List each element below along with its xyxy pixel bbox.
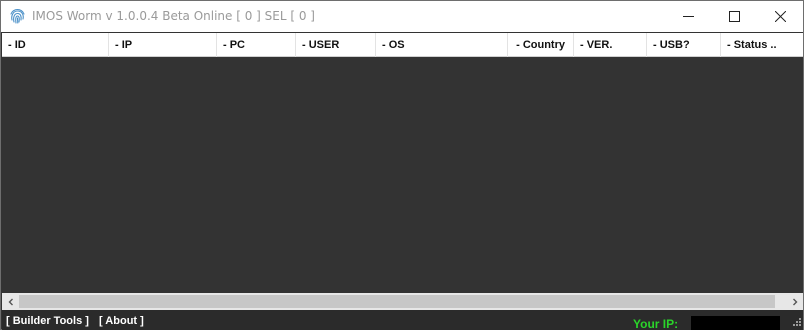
window-title: IMOS Worm v 1.0.0.4 Beta Online [ 0 ] SE… [32, 9, 315, 23]
status-bar: [ Builder Tools ] [ About ] Your IP: [2, 310, 803, 330]
chevron-right-icon [792, 298, 797, 305]
chevron-left-icon [8, 298, 13, 305]
builder-tools-link[interactable]: [ Builder Tools ] [6, 315, 89, 327]
column-header-status[interactable]: - Status .. [721, 33, 803, 57]
column-header-version[interactable]: - VER. [574, 33, 647, 57]
scrollbar-thumb[interactable] [19, 295, 775, 308]
victims-list[interactable] [2, 57, 803, 293]
main-window: IMOS Worm v 1.0.0.4 Beta Online [ 0 ] SE… [0, 0, 804, 330]
your-ip-label: Your IP: [633, 317, 679, 330]
scroll-left-button[interactable] [2, 293, 19, 310]
scroll-right-button[interactable] [786, 293, 803, 310]
minimize-button[interactable] [665, 1, 711, 32]
column-header-pc[interactable]: - PC [217, 33, 296, 57]
fingerprint-icon [10, 8, 25, 24]
column-header-usb[interactable]: - USB? [647, 33, 721, 57]
close-button[interactable] [757, 1, 803, 32]
column-header-id[interactable]: - ID [2, 33, 109, 57]
horizontal-scrollbar[interactable] [2, 293, 803, 310]
maximize-icon [728, 11, 740, 22]
about-link[interactable]: [ About ] [99, 315, 144, 327]
column-header-country[interactable]: - Country [508, 33, 574, 57]
column-header-os[interactable]: - OS [376, 33, 508, 57]
close-icon [774, 11, 786, 22]
title-bar[interactable]: IMOS Worm v 1.0.0.4 Beta Online [ 0 ] SE… [1, 1, 803, 32]
maximize-button[interactable] [711, 1, 757, 32]
your-ip-value [691, 316, 780, 330]
list-header: - ID - IP - PC - USER - OS - Country - V… [2, 33, 803, 57]
resize-grip-icon[interactable] [788, 315, 802, 329]
minimize-icon [682, 16, 694, 17]
column-header-ip[interactable]: - IP [109, 33, 217, 57]
column-header-user[interactable]: - USER [296, 33, 376, 57]
